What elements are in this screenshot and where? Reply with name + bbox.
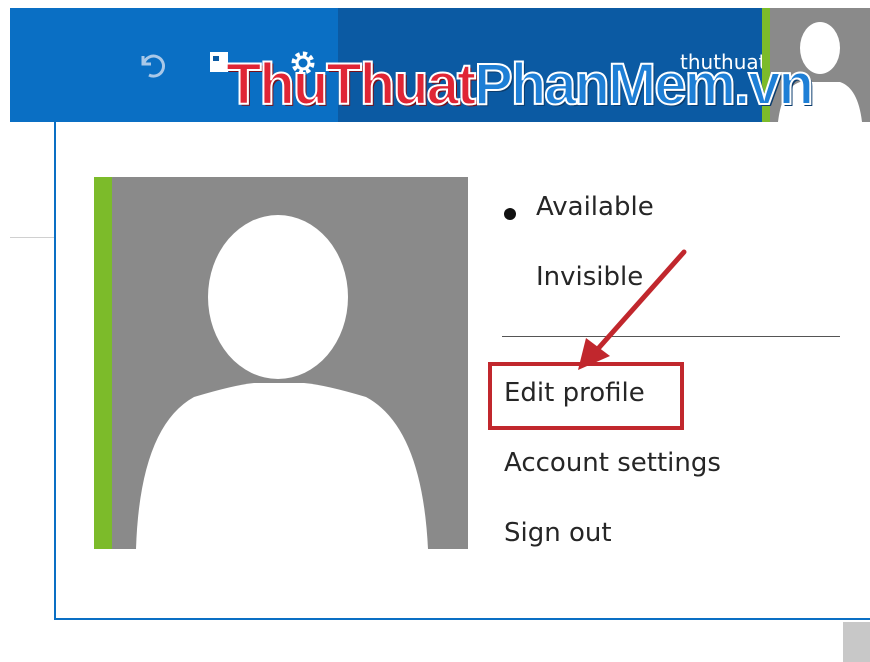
watermark-part-2: PhanMem.vn <box>473 52 815 117</box>
account-settings-link[interactable]: Account settings <box>504 448 721 478</box>
profile-photo[interactable] <box>94 177 468 549</box>
watermark: ThuThuatPhanMem.vn <box>225 55 815 115</box>
highlight-box <box>488 362 684 430</box>
status-selected-dot <box>504 208 516 220</box>
undo-icon[interactable] <box>134 48 168 82</box>
profile-popup: Available Invisible Edit profile Account… <box>54 122 870 620</box>
status-available[interactable]: Available <box>536 192 654 222</box>
sign-out-link[interactable]: Sign out <box>504 518 612 548</box>
person-silhouette-icon <box>136 215 428 549</box>
background-divider <box>10 237 54 238</box>
scrollbar-stub <box>843 622 870 662</box>
watermark-part-1: ThuThuat <box>225 52 477 117</box>
arrow-annotation-icon <box>578 249 687 370</box>
